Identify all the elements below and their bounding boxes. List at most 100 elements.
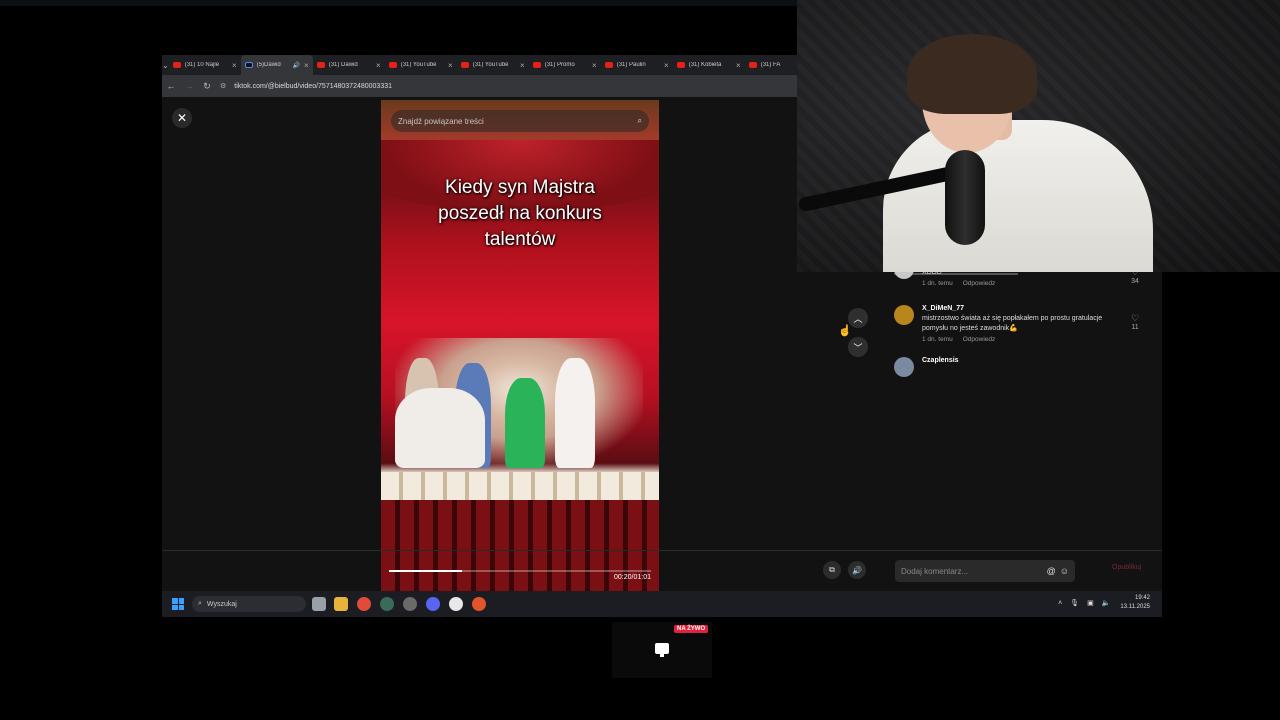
system-tray: ˄ 🎙 ▣ 🔈 19:42 13.11.2025 <box>1050 594 1150 612</box>
avatar[interactable] <box>894 305 914 325</box>
app-icon-7[interactable] <box>449 597 463 611</box>
streamer-hair <box>907 34 1037 114</box>
comment-username[interactable]: X_DiMeN_77 <box>922 305 1127 312</box>
tab-close-icon[interactable]: × <box>520 61 525 70</box>
microphone-icon[interactable]: 🎙 <box>1070 599 1079 607</box>
browser-tab[interactable]: (31) YouTube × <box>385 55 457 75</box>
speaker-icon[interactable]: 🔈 <box>1102 599 1111 607</box>
emoji-icon[interactable]: ☺ <box>1060 566 1069 576</box>
reply-button[interactable]: Odpowiedz <box>963 336 996 343</box>
youtube-icon <box>316 62 325 68</box>
site-info-icon[interactable]: ⚙ <box>220 82 226 90</box>
youtube-icon <box>604 62 613 68</box>
forward-button[interactable]: → <box>180 81 198 91</box>
comment-input-row: ⧉ 🔊 Dodaj komentarz... @ ☺ Opublikuj <box>162 550 1162 590</box>
browser-tab[interactable]: (31) YouTube × <box>457 55 529 75</box>
comment-username[interactable]: Czaplensis <box>922 357 1127 364</box>
tab-close-icon[interactable]: × <box>232 61 237 70</box>
comment-body: Czaplensis <box>922 357 1127 364</box>
tab-audio-icon[interactable]: 🔊 <box>293 62 300 69</box>
app-icon-5[interactable] <box>403 597 417 611</box>
heart-icon: ♡ <box>1130 313 1140 323</box>
chrome-icon[interactable] <box>357 597 371 611</box>
search-icon: ⌕ <box>198 600 202 607</box>
tab-close-icon[interactable]: × <box>304 61 309 70</box>
tab-title: (31) Paulin <box>616 62 646 68</box>
browser-tab[interactable]: (31) Promo × <box>529 55 601 75</box>
browser-tab[interactable]: (31) Kobieta × <box>673 55 745 75</box>
caption-line-3: talentów <box>484 229 556 250</box>
tab-title: (31) Kobieta <box>688 62 722 68</box>
avatar[interactable] <box>894 357 914 377</box>
stream-canvas: ⌄ (31) 10 Najle × (5)Dawid 🔊 × (31) Dawid × (31… <box>0 0 1280 720</box>
tab-close-icon[interactable]: × <box>376 61 381 70</box>
browser-tab[interactable]: (5)Dawid 🔊 × <box>240 55 313 75</box>
person-figure <box>555 358 595 468</box>
related-search-placeholder: Znajdź powiązane treści <box>398 116 484 126</box>
tab-close-icon[interactable]: × <box>592 61 597 70</box>
mouse-cursor-icon: ☝ <box>838 325 852 337</box>
youtube-icon <box>532 62 541 68</box>
search-icon[interactable]: ⌕ <box>638 116 642 126</box>
youtube-icon <box>748 62 757 68</box>
person-figure <box>395 388 485 468</box>
windows-taskbar: ⌕ Wyszukaj ˄ 🎙 ▣ 🔈 19:42 13.11.2025 <box>162 591 1162 617</box>
youtube-icon <box>460 62 469 68</box>
browser-tab[interactable]: (31) Dawid × <box>313 55 385 75</box>
discord-icon[interactable] <box>426 597 440 611</box>
comment-body: X_DiMeN_77 mistrzostwo świata aż się popł… <box>922 305 1127 343</box>
comment-meta: 1 dn. temu Odpowiedz <box>922 280 1127 287</box>
taskbar-clock[interactable]: 19:42 13.11.2025 <box>1120 594 1150 612</box>
webcam-overlay <box>797 0 1280 272</box>
tab-title: (5)Dawid <box>256 62 281 68</box>
chevron-up-icon[interactable]: ˄ <box>1058 600 1062 607</box>
like-count: 34 <box>1131 278 1139 285</box>
like-button[interactable]: ♡ 11 <box>1126 313 1144 331</box>
app-icon-4[interactable] <box>380 597 394 611</box>
comment-input[interactable]: Dodaj komentarz... @ ☺ <box>895 560 1075 582</box>
microphone <box>945 150 985 245</box>
tab-title: (31) 10 Najle <box>184 62 220 68</box>
clock-time: 19:42 <box>1134 595 1150 601</box>
caption-line-2: poszedł na konkurs <box>438 203 602 224</box>
network-icon[interactable]: ▣ <box>1087 599 1094 607</box>
browser-tab[interactable]: (31) Paulin × <box>601 55 673 75</box>
comment-time: 1 dn. temu <box>922 336 953 343</box>
post-comment-button[interactable]: Opublikuj <box>1112 564 1141 571</box>
tab-list: (31) 10 Najle × (5)Dawid 🔊 × (31) Dawid × (31) … <box>169 55 817 75</box>
video-player[interactable]: Znajdź powiązane treści ⌕ Kiedy syn Majs… <box>381 100 659 591</box>
embed-icon[interactable]: ⧉ <box>823 561 841 579</box>
balcony-railing <box>381 472 659 502</box>
tab-close-icon[interactable]: × <box>736 61 741 70</box>
related-search-bar[interactable]: Znajdź powiązane treści ⌕ <box>391 110 649 132</box>
browser-tab[interactable]: (31) 10 Najle × <box>169 55 241 75</box>
tab-close-icon[interactable]: × <box>448 61 453 70</box>
youtube-icon <box>388 62 397 68</box>
next-video-button[interactable]: ﹀ <box>848 337 868 357</box>
url-field[interactable]: ⚙ tiktok.com/@bielbud/video/757148037248… <box>220 82 392 91</box>
windows-start-icon[interactable] <box>172 598 184 610</box>
stage-people <box>395 338 643 468</box>
taskbar-search[interactable]: ⌕ Wyszukaj <box>192 596 306 612</box>
close-icon[interactable]: ✕ <box>172 108 192 128</box>
reply-button[interactable]: Odpowiedz <box>963 280 996 287</box>
reload-button[interactable]: ↻ <box>198 81 216 92</box>
address-bar: ← → ↻ ⚙ tiktok.com/@bielbud/video/757148… <box>162 75 798 97</box>
comment-meta: 1 dn. temu Odpowiedz <box>922 336 1127 343</box>
tab-title: (31) Promo <box>544 62 575 68</box>
back-button[interactable]: ← <box>162 81 180 91</box>
live-indicator: NA ŻYWO <box>612 622 712 678</box>
tab-search-dropdown[interactable]: ⌄ <box>162 55 169 75</box>
youtube-icon <box>676 62 685 68</box>
file-explorer-icon[interactable] <box>334 597 348 611</box>
app-icon-8[interactable] <box>472 597 486 611</box>
clock-date: 13.11.2025 <box>1120 604 1150 610</box>
tab-close-icon[interactable]: × <box>664 61 669 70</box>
volume-icon[interactable]: 🔊 <box>848 561 866 579</box>
tiktok-icon <box>244 62 253 68</box>
mention-icon[interactable]: @ <box>1047 566 1056 576</box>
task-view-icon[interactable] <box>312 597 326 611</box>
comment-time: 1 dn. temu <box>922 280 953 287</box>
person-figure <box>505 378 545 468</box>
comment-placeholder: Dodaj komentarz... <box>901 566 969 576</box>
